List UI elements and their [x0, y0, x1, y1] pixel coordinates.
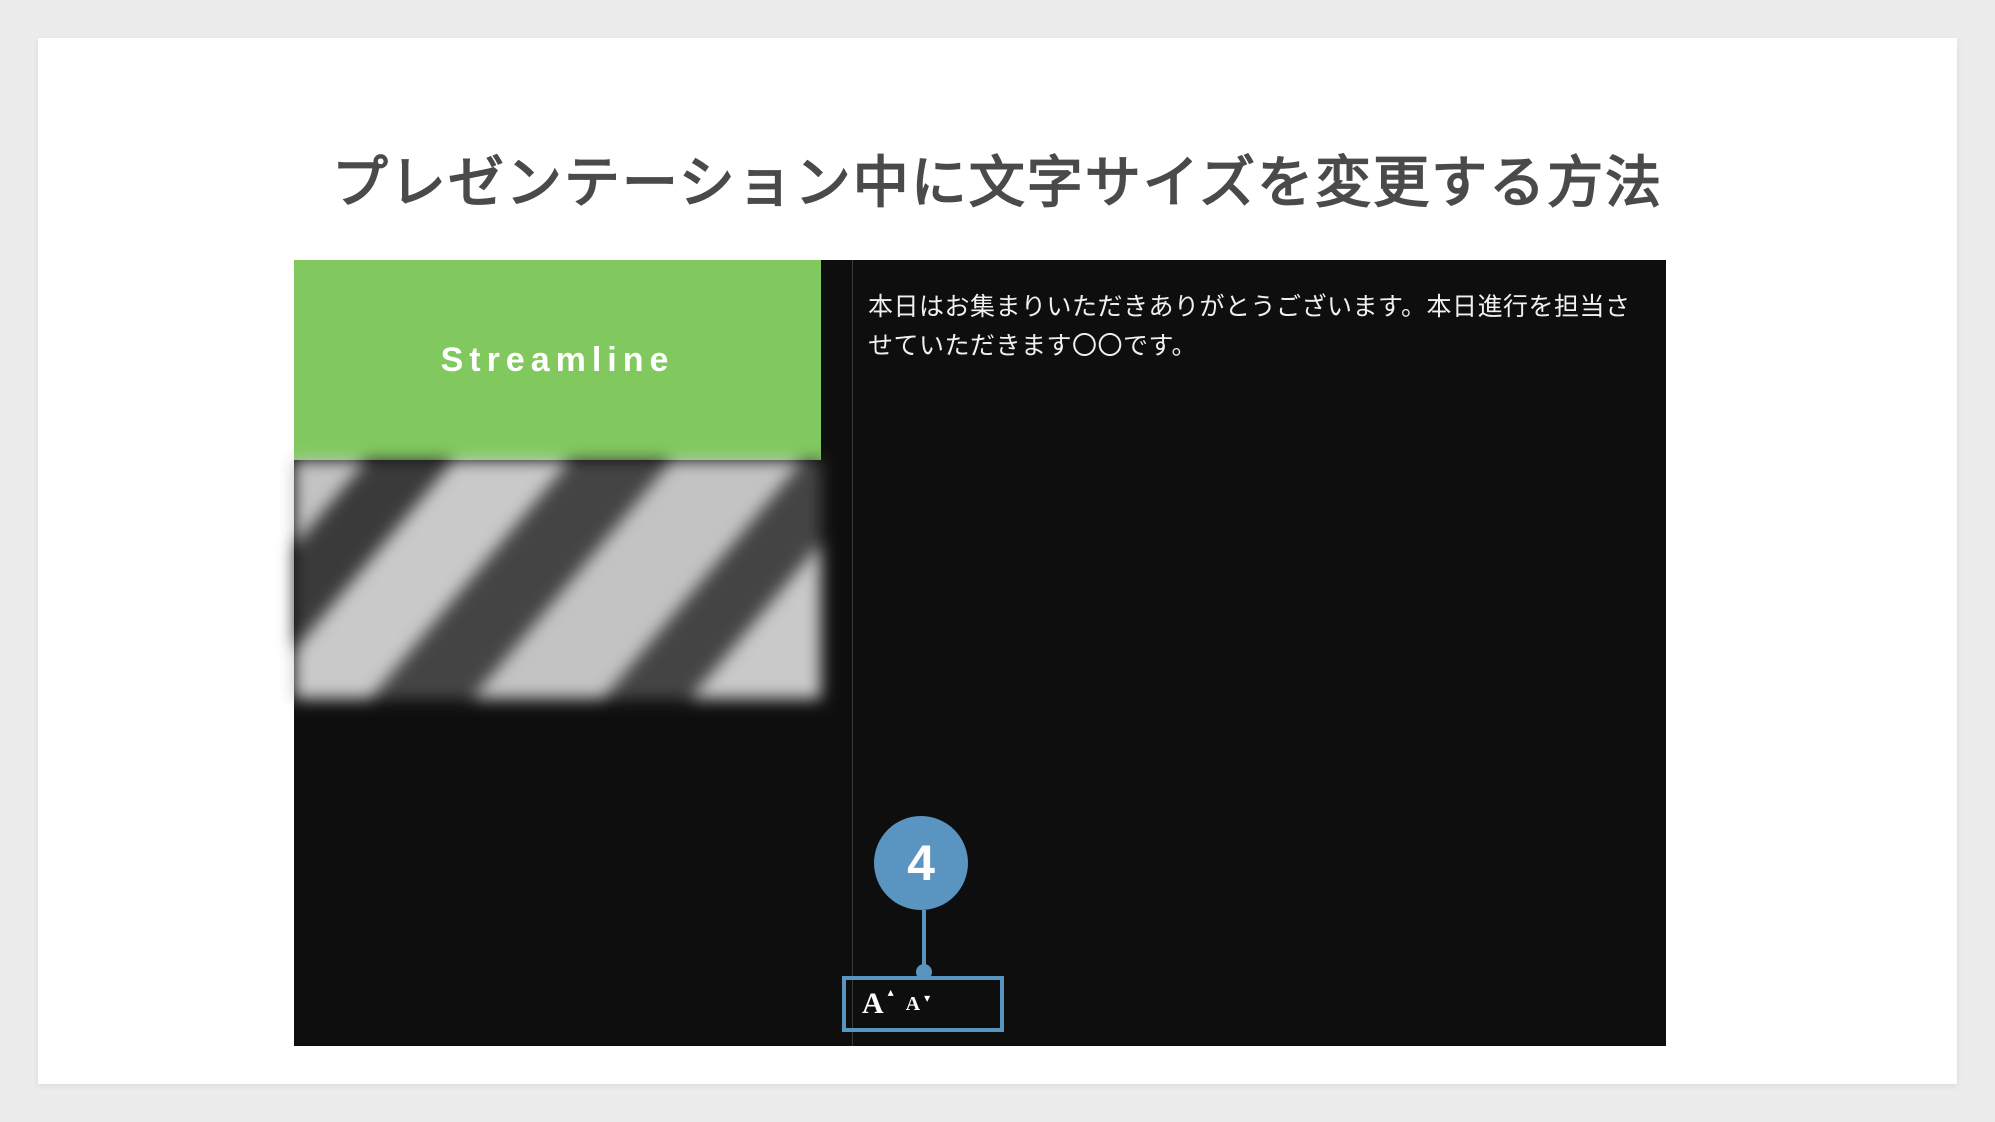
page-title: プレゼンテーション中に文字サイズを変更する方法 [38, 138, 1957, 219]
increase-font-button[interactable]: A ▴ [862, 987, 884, 1021]
decrease-font-icon: A [906, 993, 920, 1016]
caret-down-icon: ▾ [924, 991, 930, 1005]
step-number: 4 [907, 834, 935, 892]
step-badge: 4 [874, 816, 968, 910]
increase-font-icon: A [862, 987, 884, 1021]
slide-image-placeholder [294, 460, 821, 699]
presenter-view-screenshot: Streamline 本日はお集まりいただきありがとうございます。本日進行を担当… [294, 260, 1666, 1046]
decrease-font-button[interactable]: A ▾ [906, 993, 920, 1016]
font-size-controls-highlight: A ▴ A ▾ [842, 976, 1004, 1032]
caret-up-icon: ▴ [888, 985, 894, 999]
slide-title: Streamline [441, 341, 675, 380]
speaker-notes: 本日はお集まりいただきありがとうございます。本日進行を担当させていただきます〇〇… [868, 288, 1648, 366]
slide-preview: Streamline [294, 260, 821, 699]
pane-divider [852, 260, 853, 1046]
document-card: プレゼンテーション中に文字サイズを変更する方法 Streamline 本日はお集… [38, 38, 1957, 1084]
slide-title-bar: Streamline [294, 260, 821, 460]
